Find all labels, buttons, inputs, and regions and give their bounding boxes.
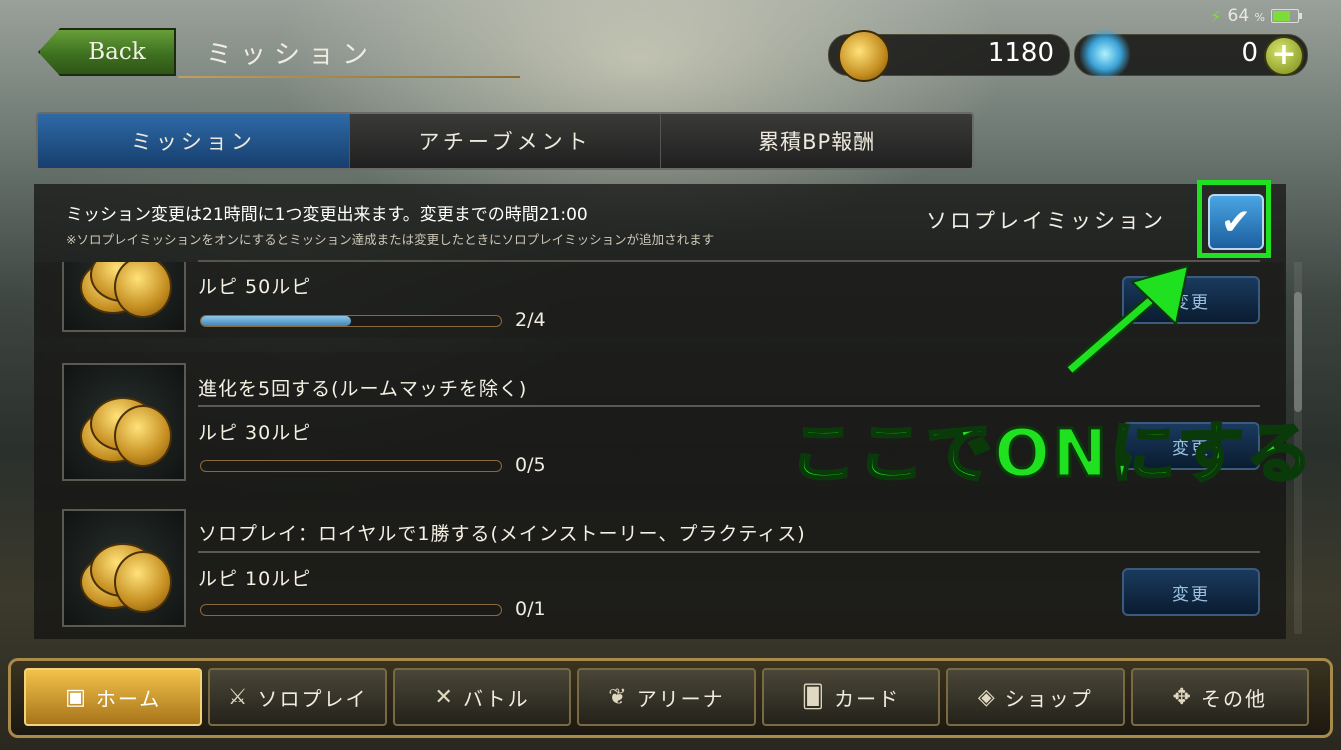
change-notice: ミッション変更は21時間に1つ変更出来ます。変更までの時間21:00 [66, 205, 588, 225]
crystal-value: 0 [1241, 38, 1258, 68]
mission-progress-text: 0/1 [515, 598, 546, 620]
nav-arena[interactable]: ❦ アリーナ [577, 668, 756, 726]
mission-reward: ルピ 50ルピ [198, 276, 312, 298]
coins-icon [80, 529, 172, 613]
battery-icon [1271, 9, 1302, 23]
mission-progress-bar [200, 604, 502, 616]
gem-icon: ◈ [977, 684, 997, 710]
nav-solo-play[interactable]: ⚔ ソロプレイ [208, 668, 387, 726]
tab-mission[interactable]: ミッション [38, 114, 350, 168]
mission-reward-icon [62, 363, 186, 481]
solo-mission-label: ソロプレイミッション [926, 209, 1166, 233]
tab-achievement[interactable]: アチーブメント [350, 114, 662, 168]
nav-home[interactable]: ▣ ホーム [24, 668, 203, 726]
tab-bar: ミッション アチーブメント 累積BP報酬 [36, 112, 974, 170]
tab-cumulative-bp-reward[interactable]: 累積BP報酬 [661, 114, 972, 168]
mission-reward: ルピ 10ルピ [198, 568, 312, 590]
laurel-icon: ❦ [608, 684, 629, 710]
progress-fill [201, 316, 351, 326]
mission-progress-text: 0/5 [515, 454, 546, 476]
add-crystal-button[interactable]: + [1264, 36, 1304, 76]
solo-mission-note: ※ソロプレイミッションをオンにするとミッション達成または変更したときにソロプレイ… [66, 232, 715, 247]
back-button[interactable]: Back [38, 28, 176, 76]
crystal-icon [1080, 30, 1130, 78]
status-bar: ⚡ 64 % [1210, 6, 1302, 26]
mission-reward: ルピ 30ルピ [198, 422, 312, 444]
title-underline [178, 76, 520, 78]
bottom-nav: ▣ ホーム ⚔ ソロプレイ ✕ バトル ❦ アリーナ 🂠 カード ◈ ショップ ✥ その他 [24, 668, 1309, 726]
coins-icon [80, 383, 172, 467]
mission-reward-icon [62, 509, 186, 627]
nav-card[interactable]: 🂠 カード [761, 668, 941, 726]
highlight-box [1197, 180, 1271, 258]
annotation-arrow [1066, 264, 1190, 375]
nav-other[interactable]: ✥ その他 [1130, 668, 1309, 726]
mission-title: ソロプレイ：ロイヤルで1勝する(メインストーリー、プラクティス) [198, 523, 806, 545]
mission-progress-text: 2/4 [515, 309, 546, 331]
change-mission-button[interactable]: 変更 [1122, 568, 1260, 616]
home-icon: ▣ [65, 684, 88, 710]
rupi-value: 1180 [987, 38, 1054, 68]
charging-icon: ⚡ [1210, 6, 1222, 26]
page-title: ミッション [206, 40, 377, 70]
annotation-text: ここでONにする [788, 414, 1315, 494]
battery-percent: 64 [1227, 6, 1250, 26]
other-icon: ✥ [1172, 684, 1193, 710]
mission-progress-bar [200, 460, 502, 472]
nav-battle[interactable]: ✕ バトル [392, 668, 572, 726]
mission-progress-bar [200, 315, 502, 327]
crossed-swords-icon: ✕ [434, 684, 455, 710]
sword-icon: ⚔ [227, 684, 250, 710]
cards-icon: 🂠 [801, 684, 827, 710]
mission-title: 進化を5回する(ルームマッチを除く) [198, 378, 528, 400]
nav-shop[interactable]: ◈ ショップ [946, 668, 1125, 726]
